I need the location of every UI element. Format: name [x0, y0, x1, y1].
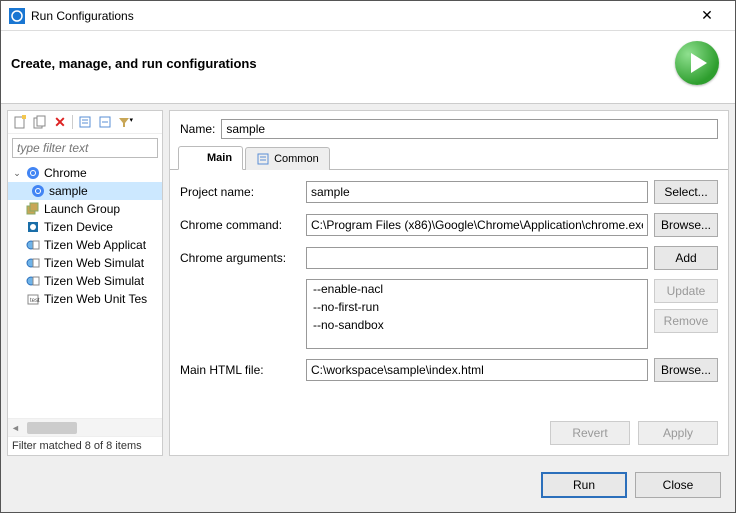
main-tab-icon	[189, 151, 203, 165]
tree-label: Tizen Web Simulat	[44, 256, 144, 270]
window-title: Run Configurations	[31, 9, 687, 23]
chrome-icon	[25, 165, 41, 181]
tree-label: sample	[49, 184, 88, 198]
project-label: Project name:	[180, 185, 300, 199]
filter-menu-icon[interactable]: ▾	[117, 114, 133, 130]
run-button[interactable]: Run	[541, 472, 627, 498]
app-icon	[9, 8, 25, 24]
tree-label: Tizen Device	[44, 220, 113, 234]
close-icon[interactable]: ✕	[687, 2, 727, 30]
args-label: Chrome arguments:	[180, 251, 300, 265]
collapse-icon[interactable]	[97, 114, 113, 130]
command-input[interactable]	[306, 214, 648, 236]
tab-label: Common	[274, 153, 319, 165]
tree-item-tizen-unit[interactable]: test Tizen Web Unit Tes	[8, 290, 162, 308]
project-input[interactable]	[306, 181, 648, 203]
tree-label: Chrome	[44, 166, 87, 180]
remove-button[interactable]: Remove	[654, 309, 718, 333]
form-area: Project name: Select... Chrome command: …	[170, 170, 728, 395]
dialog-header: Create, manage, and run configurations	[1, 31, 735, 104]
tree-label: Launch Group	[44, 202, 120, 216]
tree-item-tizen-web-app[interactable]: Tizen Web Applicat	[8, 236, 162, 254]
tizen-unit-icon: test	[25, 291, 41, 307]
run-icon-large	[675, 41, 719, 85]
tree-item-sample[interactable]: sample	[8, 182, 162, 200]
name-label: Name:	[180, 122, 215, 136]
tree-item-tizen-web-sim1[interactable]: Tizen Web Simulat	[8, 254, 162, 272]
add-button[interactable]: Add	[654, 246, 718, 270]
dialog-buttons: Run Close	[1, 462, 735, 512]
tree-label: Tizen Web Applicat	[44, 238, 146, 252]
args-input[interactable]	[306, 247, 648, 269]
left-toolbar: ✕ ▾	[8, 111, 162, 134]
close-button[interactable]: Close	[635, 472, 721, 498]
browse-command-button[interactable]: Browse...	[654, 213, 718, 237]
browse-mainfile-button[interactable]: Browse...	[654, 358, 718, 382]
name-input[interactable]	[221, 119, 718, 139]
new-config-icon[interactable]	[12, 114, 28, 130]
svg-text:test: test	[30, 298, 40, 304]
left-pane: ✕ ▾ ⌄Chrome sample Launch Group Tizen De…	[7, 110, 163, 456]
config-tree[interactable]: ⌄Chrome sample Launch Group Tizen Device…	[8, 162, 162, 418]
list-item[interactable]: --no-sandbox	[307, 316, 647, 334]
tree-item-chrome[interactable]: ⌄Chrome	[8, 164, 162, 182]
titlebar: Run Configurations ✕	[1, 1, 735, 31]
common-tab-icon	[256, 152, 270, 166]
mainfile-input[interactable]	[306, 359, 648, 381]
list-item[interactable]: --enable-nacl	[307, 280, 647, 298]
launch-group-icon	[25, 201, 41, 217]
tree-item-tizen-device[interactable]: Tizen Device	[8, 218, 162, 236]
tabstrip: Main Common	[170, 145, 728, 170]
tab-label: Main	[207, 152, 232, 164]
mainfile-label: Main HTML file:	[180, 363, 300, 377]
apply-button[interactable]: Apply	[638, 421, 718, 445]
tizen-web-icon	[25, 237, 41, 253]
tree-item-launch-group[interactable]: Launch Group	[8, 200, 162, 218]
revert-button[interactable]: Revert	[550, 421, 630, 445]
main-area: ✕ ▾ ⌄Chrome sample Launch Group Tizen De…	[1, 104, 735, 462]
list-item[interactable]: --no-first-run	[307, 298, 647, 316]
right-pane: Name: Main Common Project name: Select..…	[169, 110, 729, 456]
tab-common[interactable]: Common	[245, 147, 330, 170]
chrome-icon	[30, 183, 46, 199]
tizen-web-icon	[25, 255, 41, 271]
expand-icon[interactable]	[77, 114, 93, 130]
update-button[interactable]: Update	[654, 279, 718, 303]
tree-label: Tizen Web Simulat	[44, 274, 144, 288]
filter-status: Filter matched 8 of 8 items	[8, 436, 162, 455]
tree-label: Tizen Web Unit Tes	[44, 292, 147, 306]
args-list[interactable]: --enable-nacl --no-first-run --no-sandbo…	[306, 279, 648, 349]
tizen-device-icon	[25, 219, 41, 235]
tizen-web-icon	[25, 273, 41, 289]
duplicate-icon[interactable]	[32, 114, 48, 130]
delete-icon[interactable]: ✕	[52, 114, 68, 130]
command-label: Chrome command:	[180, 218, 300, 232]
horizontal-scrollbar[interactable]: ◄	[8, 418, 162, 436]
select-button[interactable]: Select...	[654, 180, 718, 204]
filter-input[interactable]	[12, 138, 158, 158]
tab-main[interactable]: Main	[178, 146, 243, 170]
page-heading: Create, manage, and run configurations	[11, 56, 675, 71]
tree-item-tizen-web-sim2[interactable]: Tizen Web Simulat	[8, 272, 162, 290]
